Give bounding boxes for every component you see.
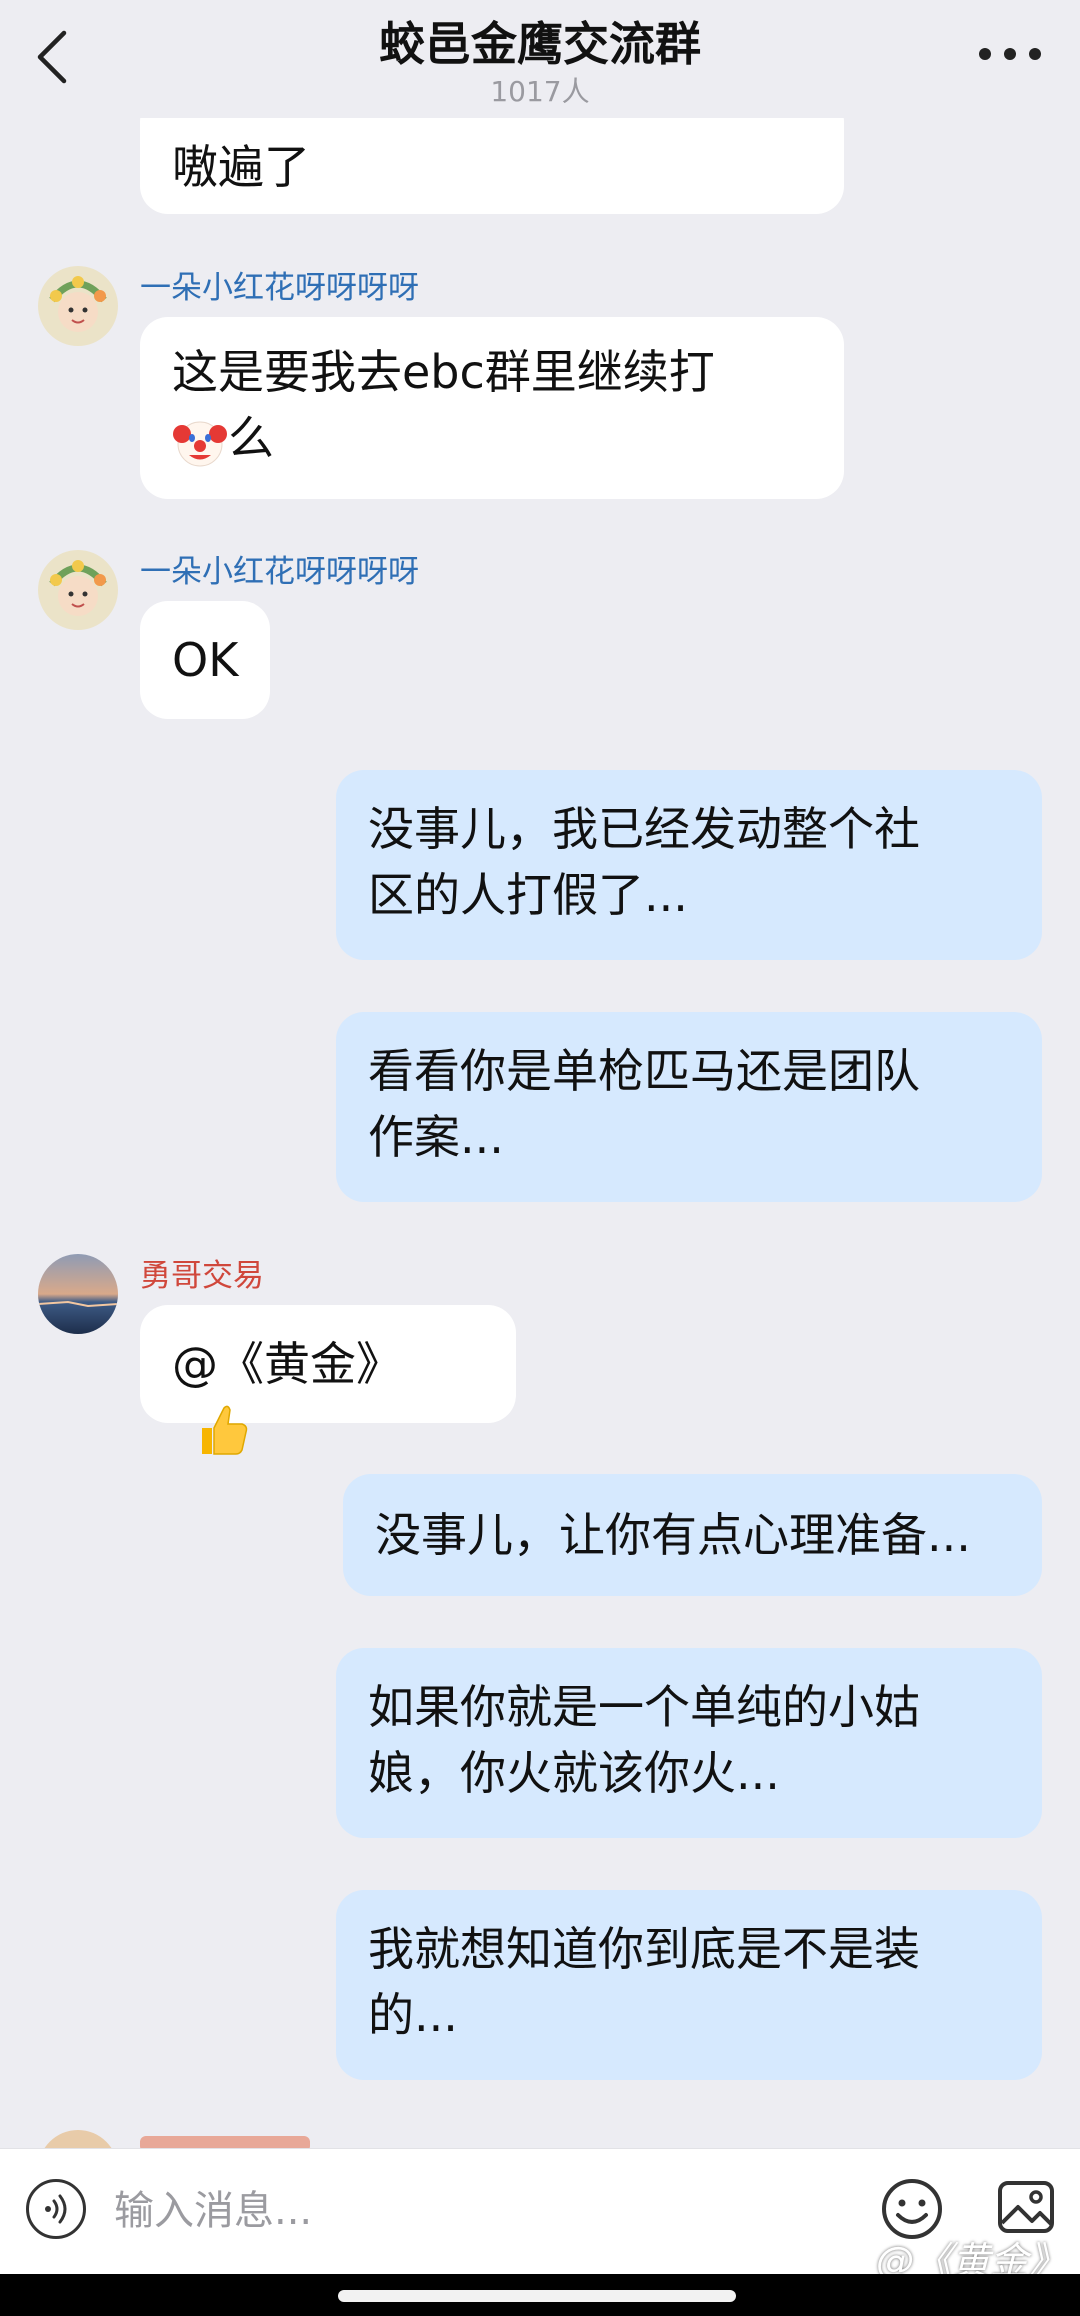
message-text: OK <box>172 633 239 687</box>
message-text: 没事儿，我已经发动整个社 <box>368 802 920 856</box>
image-button[interactable] <box>996 2177 1056 2237</box>
avatar[interactable] <box>38 2130 118 2148</box>
avatar[interactable] <box>38 1254 118 1334</box>
my-message-bubble[interactable]: 没事儿，让你有点心理准备... <box>343 1474 1042 1596</box>
message-bubble[interactable]: @《黄金》 <box>140 1305 516 1455</box>
message-text: 看看你是单枪匹马还是团队 <box>368 1044 920 1098</box>
sender-name-partial <box>140 2136 310 2148</box>
my-message-bubble[interactable]: 我就想知道你到底是不是装 的... <box>336 1890 1042 2080</box>
message-text: 如果你就是一个单纯的小姑 <box>368 1680 920 1734</box>
more-button[interactable] <box>970 34 1050 74</box>
my-message-bubble[interactable]: 看看你是单枪匹马还是团队 作案... <box>336 1012 1042 1202</box>
home-indicator[interactable] <box>338 2290 736 2302</box>
group-title: 蛟邑金鹰交流群 <box>379 17 701 71</box>
message-text: 嗷遍了 <box>172 140 310 194</box>
clown-emoji-icon <box>173 421 227 466</box>
message-text: 区的人打假了... <box>368 868 688 922</box>
message-bubble[interactable]: 嗷遍了 <box>140 118 844 214</box>
avatar[interactable] <box>38 550 118 630</box>
message-bubble[interactable]: OK <box>140 601 270 719</box>
message-text: @《黄金》 <box>172 1337 402 1391</box>
my-message-bubble[interactable]: 没事儿，我已经发动整个社 区的人打假了... <box>336 770 1042 960</box>
image-icon <box>998 2181 1054 2233</box>
chat-header: 蛟邑金鹰交流群 1017人 <box>0 0 1080 118</box>
message-text: 么 <box>228 411 274 465</box>
avatar[interactable] <box>38 266 118 346</box>
sender-name[interactable]: 一朵小红花呀呀呀呀 <box>140 268 419 308</box>
message-text: 这是要我去ebc群里继续打 <box>172 345 715 399</box>
more-dots-icon <box>979 48 1041 60</box>
message-text: 的... <box>368 1988 458 2042</box>
message-text: 娘，你火就该你火... <box>368 1746 780 1800</box>
voice-icon <box>45 2194 67 2224</box>
message-text: 我就想知道你到底是不是装 <box>368 1922 920 1976</box>
thumbs-up-emoji-icon <box>202 1405 248 1455</box>
sender-name[interactable]: 一朵小红花呀呀呀呀 <box>140 552 419 592</box>
member-count: 1017人 <box>490 75 590 108</box>
message-text: 作案... <box>368 1110 504 1164</box>
my-message-bubble[interactable]: 如果你就是一个单纯的小姑 娘，你火就该你火... <box>336 1648 1042 1838</box>
message-input[interactable] <box>112 2177 856 2245</box>
voice-button[interactable] <box>26 2179 86 2239</box>
message-text: 没事儿，让你有点心理准备... <box>375 1508 971 1562</box>
message-bubble[interactable]: 这是要我去ebc群里继续打 么 <box>140 317 844 499</box>
sender-name[interactable]: 勇哥交易 <box>140 1256 264 1296</box>
message-list[interactable]: 嗷遍了 一朵小红花呀呀呀呀 这是要我去ebc群里继续打 么 一朵小红花呀呀呀呀 … <box>0 118 1080 2148</box>
